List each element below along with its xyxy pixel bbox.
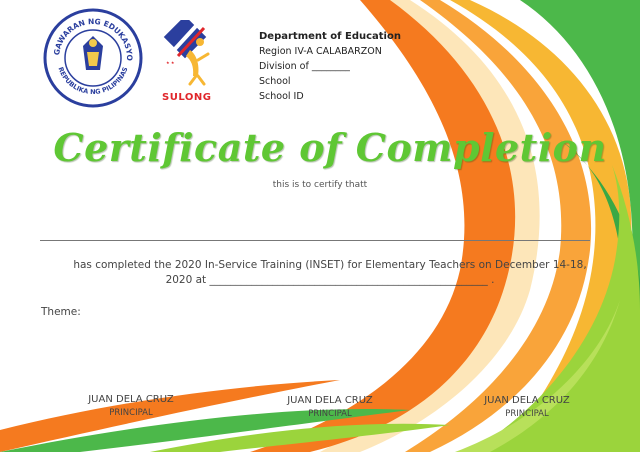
completion-statement: has completed the 2020 In-Service Traini… xyxy=(40,258,620,288)
completion-text-line-2: 2020 at ________________________________… xyxy=(165,274,495,286)
signatory-role: PRINCIPAL xyxy=(109,408,153,418)
deped-seal-logo: KAGAWARAN NG EDUKASYON REPUBLIKA NG PILI… xyxy=(43,8,143,108)
school-line: School xyxy=(259,76,291,87)
certificate-page: KAGAWARAN NG EDUKASYON REPUBLIKA NG PILI… xyxy=(0,0,640,452)
completion-text-line-1: has completed the 2020 In-Service Traini… xyxy=(73,259,587,271)
sulong-label: SULONG xyxy=(162,92,212,103)
region-line: Region IV-A CALABARZON xyxy=(259,46,382,57)
signatory-name: JUAN DELA CRUZ xyxy=(484,395,570,406)
signatory-2: JUAN DELA CRUZ PRINCIPAL xyxy=(255,395,405,421)
certify-line: this is to certify thatt xyxy=(272,180,368,190)
department-info: Department of Education Region IV-A CALA… xyxy=(259,29,401,104)
svg-text:★ ★: ★ ★ xyxy=(166,60,175,65)
theme-label: Theme: xyxy=(41,306,81,318)
signatory-3: JUAN DELA CRUZ PRINCIPAL xyxy=(452,395,602,421)
sulong-logo: ★ ★ xyxy=(163,20,210,86)
certificate-title: Certificate of Completion xyxy=(53,125,607,170)
signatory-role: PRINCIPAL xyxy=(308,409,352,419)
school-id-line: School ID xyxy=(259,91,304,102)
division-line: Division of ________ xyxy=(259,61,350,72)
signatory-name: JUAN DELA CRUZ xyxy=(287,395,373,406)
recipient-name-line xyxy=(40,240,590,241)
signatory-name: JUAN DELA CRUZ xyxy=(88,394,174,405)
signatory-role: PRINCIPAL xyxy=(505,409,549,419)
signatory-1: JUAN DELA CRUZ PRINCIPAL xyxy=(56,394,206,420)
department-name: Department of Education xyxy=(259,31,401,42)
